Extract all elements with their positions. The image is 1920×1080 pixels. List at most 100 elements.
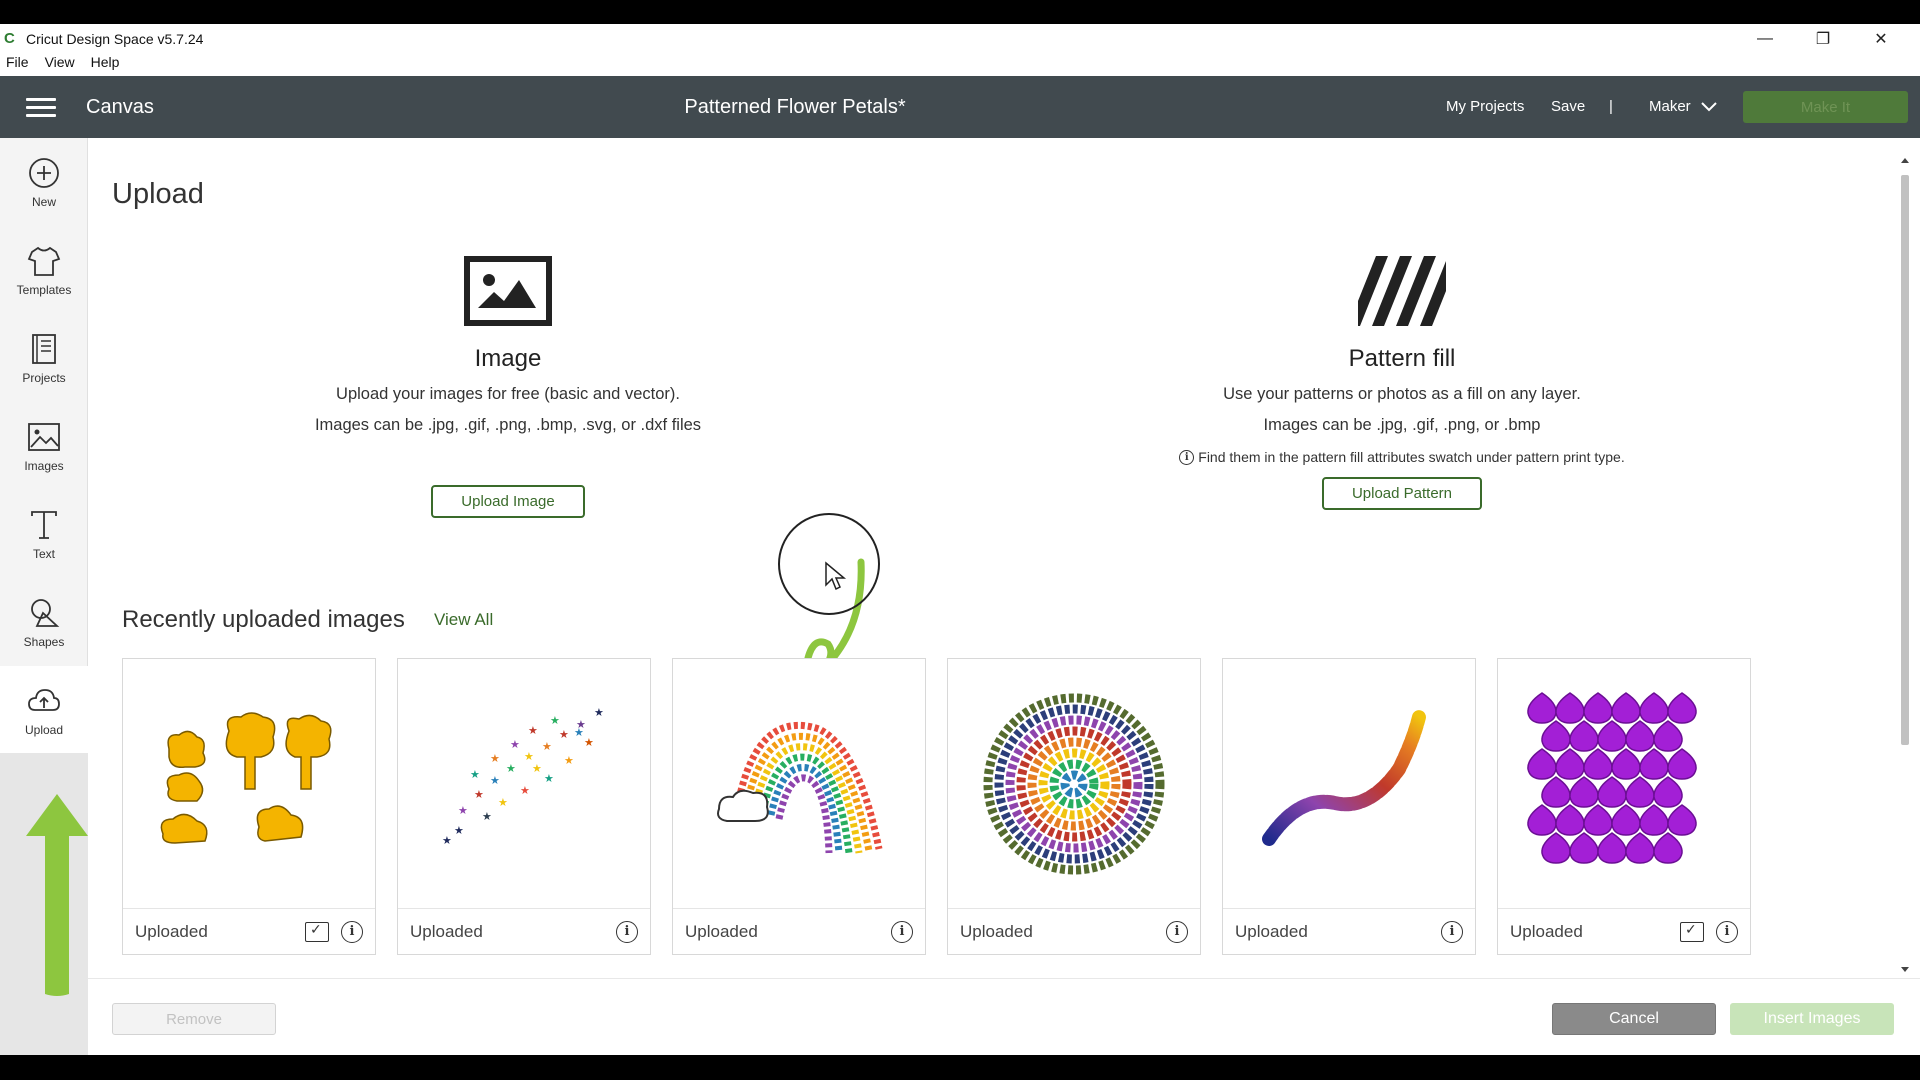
svg-text:★: ★ (470, 768, 480, 781)
scale-shape (1653, 776, 1683, 808)
thumb-butterfly-swarm (1223, 659, 1475, 909)
scale-shape (1527, 748, 1557, 780)
svg-text:★: ★ (520, 784, 530, 797)
info-icon[interactable]: i (1441, 920, 1463, 943)
butterfly-swarm-image (1262, 710, 1426, 846)
butterfly-wreath-image (983, 693, 1165, 875)
upload-panel: Upload Image Upload your images for free… (88, 138, 1920, 1055)
scale-shape (1583, 748, 1613, 780)
image-upload-section: Image Upload your images for free (basic… (298, 256, 718, 518)
sidebar-item-projects[interactable]: Projects (0, 314, 88, 402)
sidebar-item-text[interactable]: Text (0, 490, 88, 578)
my-projects-link[interactable]: My Projects (1446, 98, 1524, 115)
scale-shape (1653, 720, 1683, 752)
uploaded-image-card[interactable]: ★ ★ ★ ★ ★ ★ ★ ★ ★ ★ ★ ★ ★ ★ ★ ★ ★ ★ ★ ★ ★ ★ ★ ★ Uploaded… (397, 658, 651, 955)
sidebar-item-shapes[interactable]: Shapes (0, 578, 88, 666)
remove-button[interactable]: Remove (112, 1003, 276, 1035)
text-icon (31, 511, 57, 539)
sidebar-item-images[interactable]: Images (0, 402, 88, 490)
scale-shape (1527, 692, 1557, 724)
scroll-down-icon[interactable] (1898, 965, 1912, 975)
scale-shape (1625, 776, 1655, 808)
sidebar-item-upload[interactable]: Upload (0, 666, 88, 754)
uploaded-image-card[interactable]: Uploaded i (672, 658, 926, 955)
cut-image-icon (305, 921, 329, 942)
upload-image-button[interactable]: Upload Image (431, 485, 585, 518)
svg-text:★: ★ (584, 736, 594, 749)
info-icon[interactable]: i (891, 920, 913, 943)
card-footer: Uploaded i (948, 908, 1200, 954)
info-icon[interactable]: i (1166, 920, 1188, 943)
scale-shape (1625, 720, 1655, 752)
cricut-logo-icon: C (4, 30, 15, 47)
svg-text:★: ★ (490, 774, 500, 787)
sidebar-item-label: New (31, 195, 56, 209)
info-icon: i (1179, 449, 1195, 465)
info-icon[interactable]: i (616, 920, 638, 943)
scale-shape (1597, 720, 1627, 752)
card-status: Uploaded (685, 921, 758, 941)
uploaded-image-card[interactable]: Uploaded i (122, 658, 376, 955)
card-footer: Uploaded i (398, 908, 650, 954)
svg-text:★: ★ (564, 754, 574, 767)
header-separator: | (1609, 98, 1613, 115)
menu-file[interactable]: File (6, 54, 29, 70)
shapes-icon (31, 599, 60, 627)
sidebar-item-label: Templates (16, 283, 72, 297)
thumb-butterfly-wreath (948, 659, 1200, 909)
scrollbar-thumb[interactable] (1901, 175, 1909, 745)
upload-pattern-button[interactable]: Upload Pattern (1321, 477, 1483, 510)
scale-shape (1541, 720, 1571, 752)
scale-shape (1597, 832, 1627, 864)
scale-shape (1541, 776, 1571, 808)
svg-text:★: ★ (528, 724, 538, 737)
info-icon[interactable]: i (1716, 920, 1738, 943)
save-link[interactable]: Save (1551, 98, 1585, 115)
card-footer: Uploaded i (1223, 908, 1475, 954)
chevron-down-icon (1700, 101, 1717, 111)
machine-label: Maker (1649, 98, 1691, 115)
heart-rainbow-image (717, 721, 883, 854)
info-icon[interactable]: i (341, 920, 363, 943)
restore-icon[interactable]: ❐ (1794, 26, 1852, 52)
scale-shape (1667, 748, 1697, 780)
scroll-up-icon[interactable] (1898, 155, 1912, 165)
sidebar-item-templates[interactable]: Templates (0, 226, 88, 314)
sidebar-item-new[interactable]: New (0, 138, 88, 226)
cancel-button[interactable]: Cancel (1552, 1003, 1716, 1035)
svg-text:★: ★ (474, 788, 484, 801)
svg-text:★: ★ (454, 824, 464, 837)
card-footer: Uploaded i (673, 908, 925, 954)
machine-select[interactable]: Maker (1649, 98, 1717, 115)
menu-view[interactable]: View (45, 54, 75, 70)
sidebar-item-label: Text (32, 547, 55, 561)
scale-shape (1639, 804, 1669, 836)
make-it-button[interactable]: Make It (1743, 91, 1908, 123)
card-status: Uploaded (135, 921, 208, 941)
uploaded-image-card[interactable]: Uploaded i (947, 658, 1201, 955)
plus-circle-icon (29, 158, 59, 188)
svg-text:★: ★ (542, 740, 552, 753)
recent-uploads-title: Recently uploaded images (122, 606, 405, 633)
app-header: Canvas Patterned Flower Petals* My Proje… (0, 76, 1920, 138)
thumb-purple-scales (1498, 659, 1750, 909)
scale-shape (1639, 692, 1669, 724)
scale-shape (1639, 748, 1669, 780)
minimize-icon[interactable]: — (1736, 26, 1794, 52)
svg-text:★: ★ (544, 772, 554, 785)
image-desc-1: Upload your images for free (basic and v… (336, 385, 680, 403)
view-all-link[interactable]: View All (434, 610, 493, 630)
vertical-scrollbar[interactable] (1898, 155, 1912, 975)
menu-help[interactable]: Help (91, 54, 120, 70)
uploaded-image-card[interactable]: Uploaded i (1222, 658, 1476, 955)
uploaded-image-card[interactable]: Uploaded i (1497, 658, 1751, 955)
yellow-trees-image (160, 712, 332, 844)
close-icon[interactable]: ✕ (1852, 26, 1910, 52)
insert-images-button[interactable]: Insert Images (1730, 1003, 1894, 1035)
scale-shape (1569, 832, 1599, 864)
star-confetti-image: ★★★ ★★★ ★★★ ★★★ ★★★ ★★★ ★★★ ★★★ (442, 706, 604, 847)
cut-image-icon (1680, 921, 1704, 942)
pattern-note: i Find them in the pattern fill attribut… (1088, 449, 1716, 465)
thumb-heart-rainbow (673, 659, 925, 909)
card-status: Uploaded (1510, 921, 1583, 941)
